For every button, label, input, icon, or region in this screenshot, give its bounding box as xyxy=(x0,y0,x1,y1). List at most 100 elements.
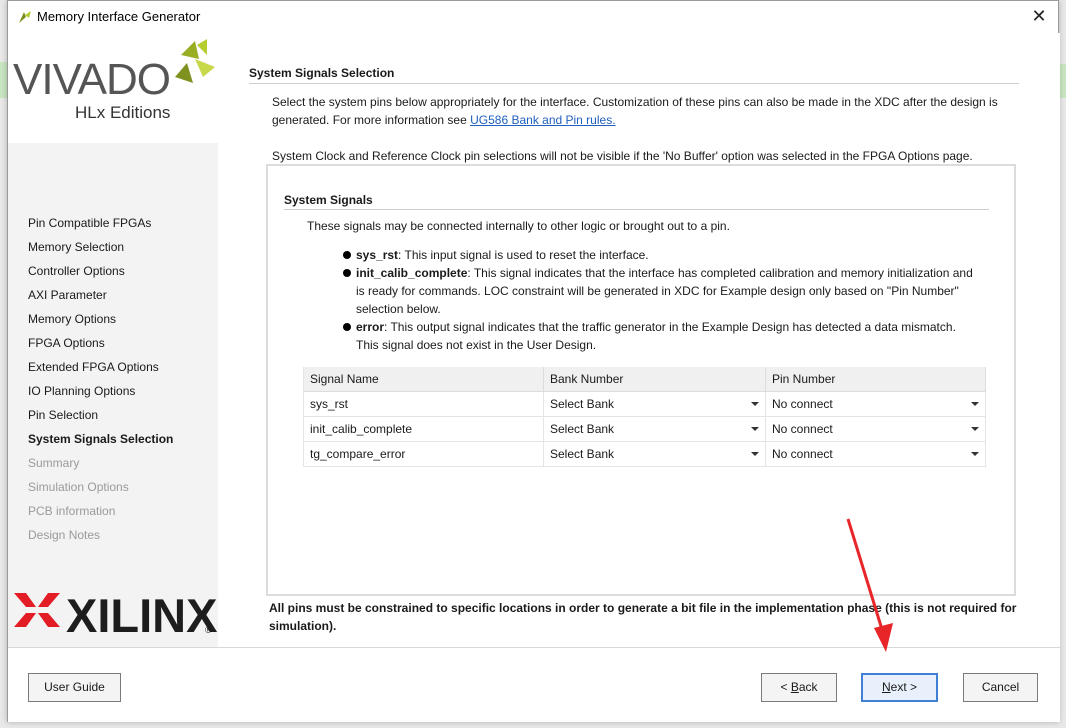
window-title: Memory Interface Generator xyxy=(37,9,201,24)
pin-number-select[interactable]: No connect xyxy=(772,392,979,416)
intro-text: Select the system pins below appropriate… xyxy=(272,95,998,127)
pin-number-select-value: No connect xyxy=(772,421,833,436)
signal-name-cell: tg_compare_error xyxy=(303,441,544,467)
panel-description: These signals may be connected internall… xyxy=(307,219,730,233)
nav-item-pin-selection[interactable]: Pin Selection xyxy=(28,403,173,427)
bullet-dot-icon xyxy=(343,251,351,259)
bank-number-select-cell: Select Bank xyxy=(543,391,766,417)
vivado-logo: VIVADO HLx Editions xyxy=(8,33,218,143)
vivado-brand: VIVADO xyxy=(13,55,171,104)
button-bar: User Guide < Back Next > Cancel xyxy=(8,647,1060,722)
table-row: init_calib_complete Select Bank No connect xyxy=(303,416,986,442)
pin-number-select[interactable]: No connect xyxy=(772,417,979,441)
table-row: tg_compare_error Select Bank No connect xyxy=(303,441,986,467)
vivado-app-icon xyxy=(19,11,31,23)
nav-item-design-notes: Design Notes xyxy=(28,528,101,542)
xilinx-brand: XILINX xyxy=(66,589,218,642)
column-header-bank-number: Bank Number xyxy=(543,367,766,392)
next-label: ext > xyxy=(890,680,918,694)
dropdown-arrow-icon xyxy=(971,451,979,456)
nav-item-extended-fpga-options[interactable]: Extended FPGA Options xyxy=(28,355,173,379)
wizard-step-list: Pin Compatible FPGAs Memory Selection Cont… xyxy=(28,211,173,547)
bank-number-select-value: Select Bank xyxy=(550,421,615,436)
signal-description: : This input signal is used to reset the… xyxy=(398,248,649,262)
dropdown-arrow-icon xyxy=(971,426,979,431)
nav-item-pcb-information: PCB information xyxy=(28,504,116,518)
close-button[interactable]: ✕ xyxy=(1026,5,1052,27)
ug586-link[interactable]: UG586 Bank and Pin rules. xyxy=(470,113,615,127)
divider xyxy=(249,83,1019,84)
column-header-pin-number: Pin Number xyxy=(765,367,986,392)
signal-name-cell: sys_rst xyxy=(303,391,544,417)
dropdown-arrow-icon xyxy=(751,401,759,406)
close-icon: ✕ xyxy=(1031,6,1047,26)
nav-item-summary: Summary xyxy=(28,456,80,470)
dropdown-arrow-icon xyxy=(751,451,759,456)
dropdown-arrow-icon xyxy=(751,426,759,431)
cancel-label: Cancel xyxy=(981,680,1020,694)
next-mnemonic: N xyxy=(881,680,891,694)
bank-number-select-cell: Select Bank xyxy=(543,416,766,442)
wizard-window: Memory Interface Generator ✕ VIVADO HLx … xyxy=(7,0,1060,722)
pin-number-select-cell: No connect xyxy=(765,391,986,417)
user-guide-label: User Guide xyxy=(44,680,105,694)
sidebar: VIVADO HLx Editions Pin Compatible FPGAs… xyxy=(8,33,218,647)
nav-item-controller-options[interactable]: Controller Options xyxy=(28,259,173,283)
pin-number-select[interactable]: No connect xyxy=(772,442,979,466)
nav-item-memory-options[interactable]: Memory Options xyxy=(28,307,173,331)
dropdown-arrow-icon xyxy=(971,401,979,406)
nav-item-axi-parameter[interactable]: AXI Parameter xyxy=(28,283,173,307)
bank-number-select[interactable]: Select Bank xyxy=(550,392,759,416)
divider xyxy=(284,209,989,210)
bullet-dot-icon xyxy=(343,323,351,331)
nav-item-fpga-options[interactable]: FPGA Options xyxy=(28,331,173,355)
intro-paragraph: Select the system pins below appropriate… xyxy=(272,93,1022,129)
back-mnemonic: B xyxy=(790,680,799,694)
signals-table: Signal Name Bank Number Pin Number sys_r… xyxy=(303,367,986,467)
bank-number-select-value: Select Bank xyxy=(550,446,615,461)
nav-item-simulation-options: Simulation Options xyxy=(28,480,129,494)
bank-number-select[interactable]: Select Bank xyxy=(550,442,759,466)
back-button[interactable]: < Back xyxy=(761,673,837,702)
pin-number-select-value: No connect xyxy=(772,446,833,461)
signal-bullet: sys_rst: This input signal is used to re… xyxy=(330,246,980,264)
vivado-edition: HLx Editions xyxy=(75,103,171,122)
nav-item-io-planning-options[interactable]: IO Planning Options xyxy=(28,379,173,403)
main-content: System Signals Selection Select the syst… xyxy=(218,33,1060,647)
bank-number-select-cell: Select Bank xyxy=(543,441,766,467)
pin-number-select-value: No connect xyxy=(772,396,833,411)
vivado-leaf-icon xyxy=(175,39,215,83)
bullet-dot-icon xyxy=(343,269,351,277)
nav-item-pin-compatible-fpgas[interactable]: Pin Compatible FPGAs xyxy=(28,211,173,235)
registered-mark: ® xyxy=(205,625,212,635)
user-guide-button[interactable]: User Guide xyxy=(28,673,121,702)
nav-item-system-signals-selection[interactable]: System Signals Selection xyxy=(28,427,173,451)
signal-bullet: init_calib_complete: This signal indicat… xyxy=(330,264,980,318)
table-row: sys_rst Select Bank No connect xyxy=(303,391,986,417)
pin-number-select-cell: No connect xyxy=(765,416,986,442)
table-header-row: Signal Name Bank Number Pin Number xyxy=(303,367,986,392)
bank-number-select[interactable]: Select Bank xyxy=(550,417,759,441)
back-prefix: < xyxy=(780,680,791,694)
signal-description: : This output signal indicates that the … xyxy=(356,320,956,352)
page-title: System Signals Selection xyxy=(249,66,395,80)
title-bar: Memory Interface Generator ✕ xyxy=(8,1,1058,33)
next-button[interactable]: Next > xyxy=(861,673,938,702)
clock-note: System Clock and Reference Clock pin sel… xyxy=(272,149,973,163)
signal-name: sys_rst xyxy=(356,248,399,262)
signal-bullet-list: sys_rst: This input signal is used to re… xyxy=(330,246,980,354)
cancel-button[interactable]: Cancel xyxy=(963,673,1038,702)
pin-number-select-cell: No connect xyxy=(765,441,986,467)
constraint-warning: All pins must be constrained to specific… xyxy=(269,601,1017,633)
signal-name-cell: init_calib_complete xyxy=(303,416,544,442)
bank-number-select-value: Select Bank xyxy=(550,396,615,411)
signal-name: error xyxy=(356,320,385,334)
nav-item-memory-selection[interactable]: Memory Selection xyxy=(28,235,173,259)
panel-title: System Signals xyxy=(284,193,373,207)
back-label: ack xyxy=(798,680,818,694)
column-header-signal-name: Signal Name xyxy=(303,367,544,392)
signal-name: init_calib_complete xyxy=(356,266,468,280)
signal-bullet: error: This output signal indicates that… xyxy=(330,318,980,354)
system-signals-panel: System Signals These signals may be conn… xyxy=(266,164,1016,596)
xilinx-logo-icon xyxy=(14,593,60,627)
